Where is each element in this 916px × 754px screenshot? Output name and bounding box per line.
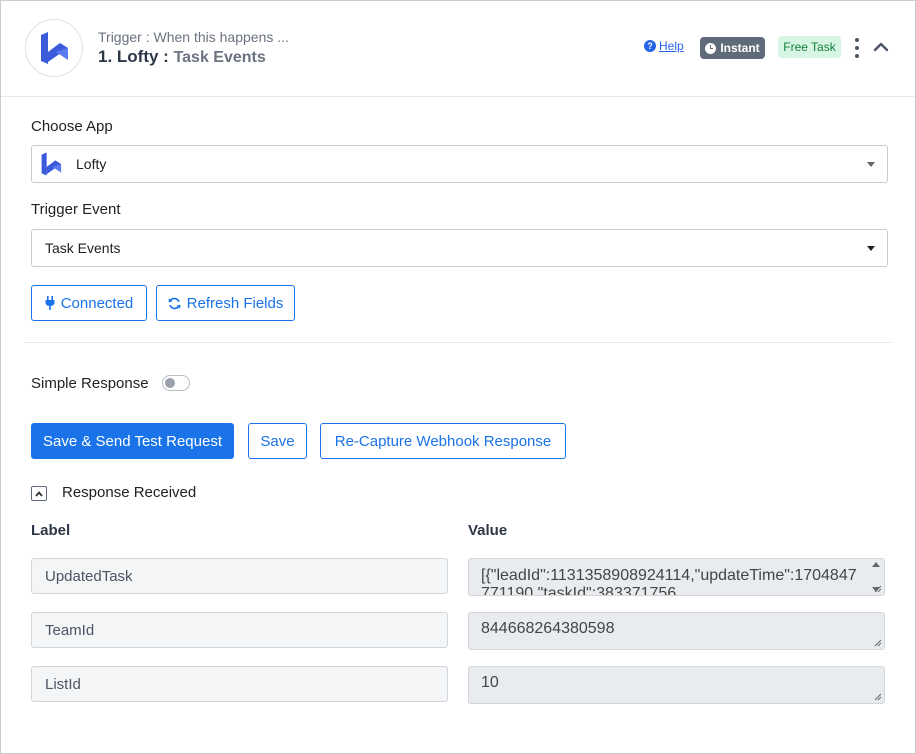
help-label: Help bbox=[659, 39, 684, 53]
app-value: Lofty bbox=[76, 156, 107, 172]
save-send-test-button[interactable]: Save & Send Test Request bbox=[31, 423, 234, 459]
trigger-card: Trigger : When this happens ... 1. Lofty… bbox=[0, 0, 916, 754]
value-column-header: Value bbox=[468, 522, 508, 539]
step-title-event: Task Events bbox=[173, 49, 266, 66]
chevron-up-icon[interactable] bbox=[872, 39, 890, 55]
help-link[interactable]: ? Help bbox=[644, 39, 684, 53]
resize-grip-icon[interactable] bbox=[874, 585, 882, 593]
more-options-icon[interactable] bbox=[850, 38, 864, 58]
app-logo bbox=[25, 19, 83, 77]
response-label-field[interactable]: ListId bbox=[31, 666, 448, 702]
response-value-text: 844668264380598 bbox=[481, 620, 615, 637]
clock-icon bbox=[705, 42, 717, 54]
simple-response-toggle[interactable] bbox=[162, 375, 190, 391]
refresh-fields-button[interactable]: Refresh Fields bbox=[156, 285, 295, 321]
chevron-down-icon bbox=[867, 162, 875, 167]
response-value-text: 10 bbox=[481, 674, 499, 691]
step-title-app: 1. Lofty : bbox=[98, 47, 174, 66]
choose-app-select[interactable]: Lofty bbox=[31, 145, 888, 183]
question-circle-icon: ? bbox=[644, 40, 656, 52]
trigger-event-value: Task Events bbox=[45, 240, 121, 256]
response-value-field[interactable]: [{"leadId":1131358908924114,"updateTime"… bbox=[468, 558, 885, 596]
trigger-caption: Trigger : When this happens ... bbox=[98, 29, 289, 45]
plug-icon bbox=[45, 296, 55, 310]
simple-response-label: Simple Response bbox=[31, 375, 149, 392]
free-task-badge: Free Task bbox=[778, 36, 841, 58]
instant-badge: Instant bbox=[700, 37, 765, 59]
refresh-label: Refresh Fields bbox=[186, 294, 284, 312]
label-column-header: Label bbox=[31, 522, 71, 539]
response-value-field[interactable]: 10 bbox=[468, 666, 885, 704]
response-value-field[interactable]: 844668264380598 bbox=[468, 612, 885, 650]
connected-label: Connected bbox=[60, 294, 134, 312]
response-label-field[interactable]: TeamId bbox=[31, 612, 448, 648]
connected-button[interactable]: Connected bbox=[31, 285, 147, 321]
resize-grip-icon[interactable] bbox=[874, 693, 882, 701]
response-label-field[interactable]: UpdatedTask bbox=[31, 558, 448, 594]
instant-label: Instant bbox=[720, 41, 760, 55]
lofty-logo-icon bbox=[41, 32, 68, 64]
step-header: Trigger : When this happens ... 1. Lofty… bbox=[1, 1, 915, 97]
resize-grip-icon[interactable] bbox=[874, 639, 882, 647]
lofty-logo-icon bbox=[41, 152, 62, 176]
refresh-icon bbox=[168, 297, 180, 309]
step-title: 1. Lofty : Task Events bbox=[98, 47, 266, 67]
section-divider bbox=[25, 342, 892, 343]
response-collapse-toggle[interactable] bbox=[31, 486, 47, 501]
trigger-event-select[interactable]: Task Events bbox=[31, 229, 888, 267]
response-received-title: Response Received bbox=[62, 484, 197, 501]
save-button[interactable]: Save bbox=[248, 423, 307, 459]
trigger-event-label: Trigger Event bbox=[31, 201, 121, 218]
choose-app-label: Choose App bbox=[31, 118, 113, 135]
recapture-webhook-button[interactable]: Re-Capture Webhook Response bbox=[320, 423, 566, 459]
chevron-up-icon bbox=[35, 490, 43, 497]
chevron-down-icon bbox=[867, 246, 875, 251]
response-value-text: [{"leadId":1131358908924114,"updateTime"… bbox=[481, 567, 857, 596]
